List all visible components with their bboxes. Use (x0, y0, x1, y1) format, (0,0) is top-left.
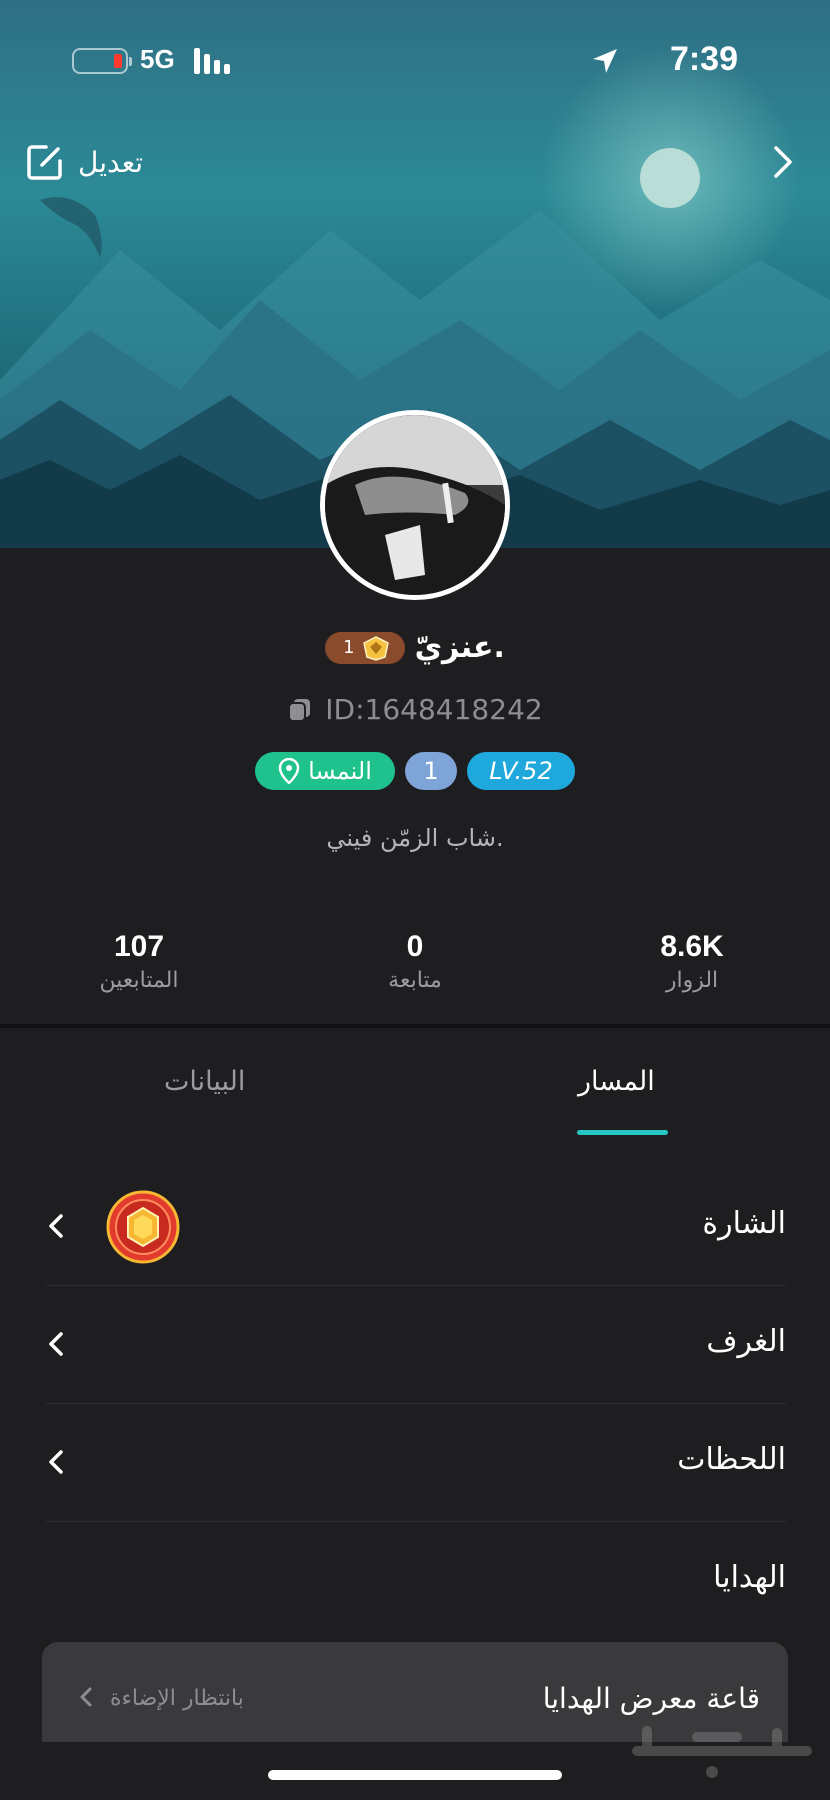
location-arrow-icon (593, 49, 617, 73)
visitors-count: 8.6K (660, 930, 724, 963)
forward-chevron-icon[interactable] (768, 144, 798, 180)
section-title-rooms: الغرف (706, 1324, 786, 1359)
followers-label: المتابعين (99, 968, 179, 993)
chevron-left-icon (49, 1214, 63, 1238)
section-divider (0, 1024, 830, 1028)
status-bar: 5G 7:39 (0, 38, 830, 88)
bio-text: شاب الزمّن فيني. (326, 824, 504, 852)
chevron-left-icon (49, 1332, 63, 1356)
tab-data[interactable]: البيانات (164, 1066, 245, 1097)
avatar-photo (325, 415, 505, 595)
battery-icon (72, 48, 132, 74)
count-tag: 1 (405, 752, 457, 790)
following-label: متابعة (388, 968, 442, 993)
stat-followers[interactable]: 107 المتابعين (39, 930, 239, 993)
section-row-badge[interactable]: الشارة (46, 1168, 786, 1286)
network-label: 5G (140, 44, 175, 74)
gift-gallery-title: قاعة معرض الهدايا (542, 1682, 760, 1715)
tab-path[interactable]: المسار (578, 1066, 655, 1097)
following-count: 0 (406, 930, 424, 963)
section-row-gifts: الهدايا (46, 1522, 786, 1640)
edit-icon (27, 145, 62, 180)
haraj-watermark-logo (632, 1726, 812, 1778)
active-tab-indicator (577, 1130, 668, 1135)
level-tag: LV.52 (467, 752, 575, 790)
gift-gallery-status: بانتظار الإضاءة (110, 1686, 244, 1711)
edit-label: تعديل (78, 145, 143, 179)
section-row-moments[interactable]: اللحظات (46, 1404, 786, 1522)
edit-profile-button[interactable]: تعديل (26, 140, 143, 184)
section-title-moments: اللحظات (677, 1442, 786, 1477)
username: عنزيّ. (414, 630, 505, 665)
badge-medal-icon (106, 1190, 180, 1264)
rank-number: 1 (343, 637, 355, 658)
stats-row: 8.6K الزوار 0 متابعة 107 المتابعين (0, 930, 830, 1010)
profile-tags: النمسا 1 LV.52 (0, 752, 830, 790)
section-row-rooms[interactable]: الغرف (46, 1286, 786, 1404)
profile-avatar[interactable] (320, 410, 510, 600)
clock: 7:39 (669, 40, 738, 78)
stat-following[interactable]: 0 متابعة (315, 930, 515, 993)
signal-icon (194, 48, 230, 74)
user-id-row[interactable]: ID:1648418242 (0, 693, 830, 726)
crown-shield-icon (362, 635, 389, 661)
location-tag: النمسا (255, 752, 395, 790)
followers-count: 107 (113, 930, 165, 963)
visitors-label: الزوار (665, 968, 719, 993)
home-indicator[interactable] (268, 1770, 562, 1780)
username-row: 1 عنزيّ. (0, 630, 830, 665)
section-title-badge: الشارة (702, 1206, 786, 1241)
user-id-text: ID:1648418242 (325, 693, 543, 726)
stat-visitors[interactable]: 8.6K الزوار (592, 930, 792, 993)
copy-icon[interactable] (287, 697, 313, 723)
location-pin-icon (278, 758, 300, 784)
chevron-left-icon (49, 1450, 63, 1474)
chevron-left-icon (80, 1687, 92, 1707)
section-title-gifts: الهدايا (713, 1560, 786, 1595)
location-label: النمسا (308, 757, 372, 785)
rank-badge: 1 (325, 631, 405, 664)
